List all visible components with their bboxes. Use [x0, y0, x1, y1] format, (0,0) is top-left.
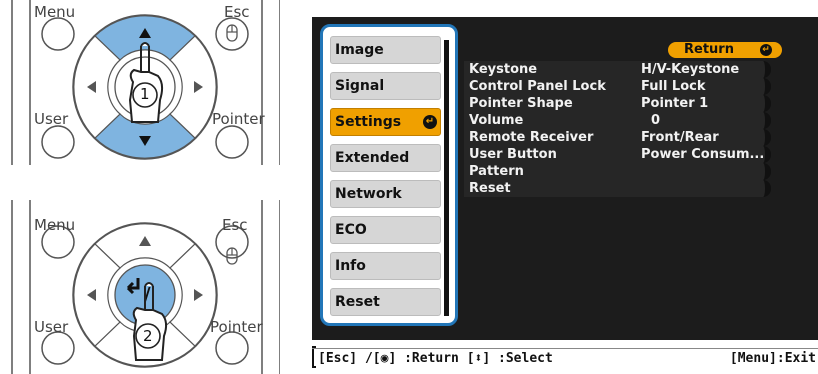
- setting-row-user-button[interactable]: User Button Power Consum...: [464, 146, 771, 163]
- return-label: Return: [684, 42, 734, 57]
- setting-value: Front/Rear: [641, 130, 719, 145]
- panel-scrollbar[interactable]: [444, 40, 449, 316]
- menu-category-panel: [320, 24, 458, 326]
- status-hints: [Esc] /[◉] :Return [⬍] :Select: [318, 351, 553, 366]
- user-button[interactable]: [41, 331, 75, 365]
- menu-button[interactable]: [41, 17, 75, 51]
- menu-item-info[interactable]: Info: [330, 252, 441, 280]
- esc-button[interactable]: [215, 17, 249, 51]
- status-exit-hint: [Menu]:Exit: [729, 351, 816, 366]
- setting-name: Volume: [469, 113, 524, 128]
- setting-row-reset[interactable]: Reset: [464, 180, 771, 197]
- menu-item-eco[interactable]: ECO: [330, 216, 441, 244]
- setting-name: Reset: [469, 181, 511, 196]
- setting-row-keystone[interactable]: Keystone H/V-Keystone: [464, 61, 771, 78]
- menu-item-reset[interactable]: Reset: [330, 288, 441, 316]
- menu-item-label: Settings: [335, 114, 402, 130]
- setting-row-pattern[interactable]: Pattern: [464, 163, 771, 180]
- setting-row-remote-receiver[interactable]: Remote Receiver Front/Rear: [464, 129, 771, 146]
- setting-row-control-panel-lock[interactable]: Control Panel Lock Full Lock: [464, 78, 771, 95]
- step-badge: 1: [140, 85, 150, 103]
- esc-label: Esc: [222, 216, 248, 234]
- setting-row-volume[interactable]: Volume 0: [464, 112, 771, 129]
- setting-name: Keystone: [469, 62, 538, 77]
- menu-item-extended[interactable]: Extended: [330, 144, 441, 172]
- setting-row-pointer-shape[interactable]: Pointer Shape Pointer 1: [464, 95, 771, 112]
- setting-value: Power Consum...: [641, 147, 765, 162]
- return-button[interactable]: Return ↵: [668, 42, 782, 58]
- step-badge: 2: [143, 327, 153, 345]
- setting-name: User Button: [469, 147, 557, 162]
- pointer-label: Pointer: [210, 318, 263, 336]
- setting-value: H/V-Keystone: [641, 62, 740, 77]
- menu-label: Menu: [34, 216, 76, 234]
- menu-item-image[interactable]: Image: [330, 36, 441, 64]
- pointer-label: Pointer: [212, 110, 265, 128]
- pointer-button[interactable]: [215, 125, 249, 159]
- menu-label: Menu: [34, 3, 76, 21]
- pointer-button[interactable]: [215, 331, 249, 365]
- menu-item-network[interactable]: Network: [330, 180, 441, 208]
- setting-name: Remote Receiver: [469, 130, 594, 145]
- enter-icon: ↵: [760, 44, 772, 56]
- menu-item-settings[interactable]: Settings ↵: [330, 108, 441, 136]
- status-bar: [Esc] /[◉] :Return [⬍] :Select [Menu]:Ex…: [312, 348, 818, 368]
- user-button[interactable]: [41, 125, 75, 159]
- enter-icon: ↵: [423, 115, 437, 129]
- menu-item-signal[interactable]: Signal: [330, 72, 441, 100]
- remote-diagram-step-2: / Menu Esc User Pointer 2: [0, 190, 280, 374]
- setting-name: Pointer Shape: [469, 96, 573, 111]
- setting-value: 0: [651, 113, 661, 128]
- remote-diagram-step-1: / Menu Esc User Pointer 1: [0, 0, 280, 180]
- setting-name: Pattern: [469, 164, 524, 179]
- user-label: User: [34, 318, 69, 336]
- setting-name: Control Panel Lock: [469, 79, 606, 94]
- user-label: User: [34, 110, 69, 128]
- setting-value: Full Lock: [641, 79, 706, 94]
- setting-value: Pointer 1: [641, 96, 709, 111]
- esc-label: Esc: [224, 3, 250, 21]
